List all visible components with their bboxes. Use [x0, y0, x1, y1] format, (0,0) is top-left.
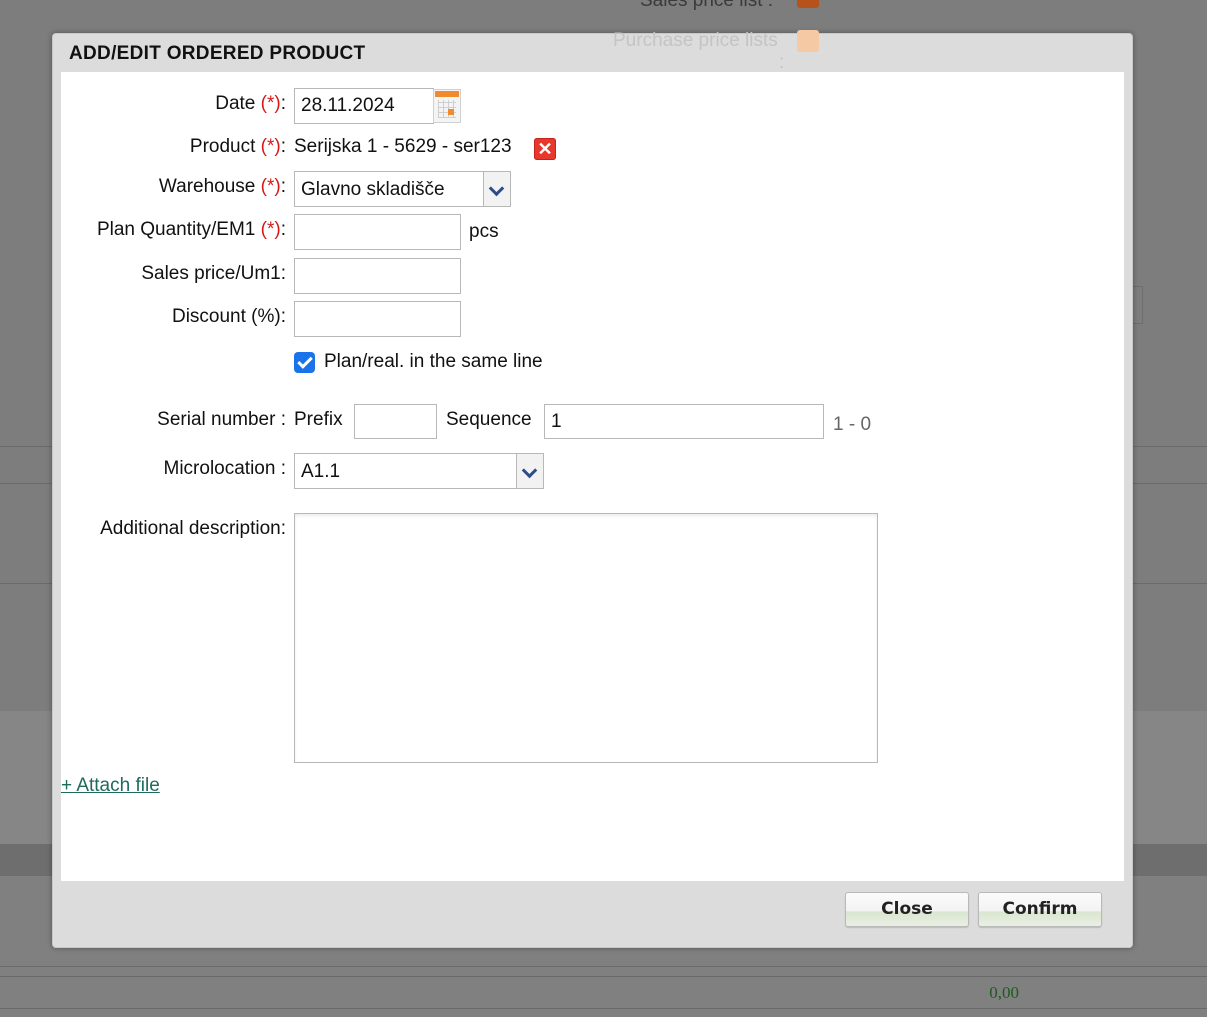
bg-purchase-price-icon [797, 30, 819, 52]
sequence-range: 1 - 0 [833, 414, 872, 435]
bg-sales-price-icon [797, 0, 819, 8]
sequence-label: Sequence [446, 409, 532, 430]
bg-purchase-price-lists-label: Purchase price lists [613, 30, 778, 51]
sequence-input[interactable] [544, 404, 824, 439]
date-input[interactable] [294, 88, 434, 124]
product-label: Product (*): [190, 136, 286, 158]
sales-price-input[interactable] [294, 258, 461, 294]
product-value: Serijska 1 - 5629 - ser123 [294, 136, 512, 157]
bg-colon: : [779, 52, 785, 73]
confirm-button[interactable]: Confirm [978, 892, 1102, 927]
warehouse-label-text: Warehouse [158, 176, 256, 197]
prefix-input[interactable] [354, 404, 437, 439]
bg-divider [0, 1008, 1207, 1009]
sales-price-label: Sales price/Um1: [141, 263, 286, 284]
remove-x-icon[interactable]: ✕ [534, 138, 556, 160]
date-label: Date (*): [215, 93, 286, 115]
chevron-down-icon[interactable] [516, 454, 543, 488]
prefix-label: Prefix [294, 409, 343, 430]
label-colon: : [280, 136, 286, 157]
bg-sales-price-list-label: Sales price list : [640, 0, 774, 11]
same-line-checkbox[interactable] [294, 352, 315, 373]
warehouse-label: Warehouse (*): [159, 176, 286, 198]
attach-file-link[interactable]: + Attach file [61, 775, 160, 797]
additional-description-label: Additional description: [100, 518, 286, 539]
label-colon: : [280, 176, 286, 197]
additional-description-textarea[interactable] [294, 513, 878, 763]
checkmark-icon [297, 353, 313, 369]
add-edit-product-dialog: ADD/EDIT ORDERED PRODUCT Purchase price … [52, 30, 1133, 948]
warehouse-select[interactable]: Glavno skladišče [294, 171, 511, 207]
microlocation-selected-value: A1.1 [301, 461, 341, 482]
dialog-body: Date (*): Product (*): Serijska 1 - 5629… [61, 72, 1124, 881]
required-marker: (*) [260, 136, 281, 157]
plan-quantity-label: Plan Quantity/EM1 (*): [97, 219, 286, 241]
serial-number-label: Serial number : [157, 409, 286, 430]
bg-divider [0, 976, 1207, 977]
close-button[interactable]: Close [845, 892, 969, 927]
plan-quantity-input[interactable] [294, 214, 461, 250]
dialog-title: ADD/EDIT ORDERED PRODUCT [69, 43, 366, 64]
required-marker: (*) [260, 93, 281, 114]
label-colon: : [280, 219, 286, 240]
date-label-text: Date [215, 93, 256, 114]
warehouse-selected-value: Glavno skladišče [301, 179, 445, 200]
chevron-down-icon[interactable] [483, 172, 510, 206]
bg-total-amount: 0,00 [989, 983, 1019, 1002]
required-marker: (*) [260, 176, 281, 197]
unit-label: pcs [469, 221, 499, 242]
calendar-icon[interactable] [433, 89, 461, 123]
microlocation-label: Microlocation : [163, 458, 287, 479]
microlocation-select[interactable]: A1.1 [294, 453, 544, 489]
bg-input-edge [1133, 286, 1143, 324]
required-marker: (*) [260, 219, 281, 240]
discount-label: Discount (%): [171, 306, 286, 327]
same-line-label[interactable]: Plan/real. in the same line [324, 351, 543, 373]
plan-quantity-label-text: Plan Quantity/EM1 [96, 219, 256, 240]
bg-divider [0, 966, 1207, 967]
product-label-text: Product [189, 136, 256, 157]
label-colon: : [280, 93, 286, 114]
discount-input[interactable] [294, 301, 461, 337]
